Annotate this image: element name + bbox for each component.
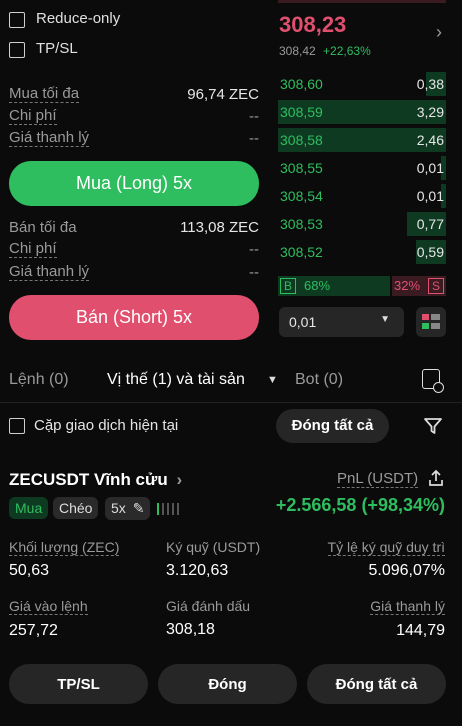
orderbook-row[interactable]: 308,54 0,01 (278, 184, 446, 208)
orderbook-price: 308,58 (280, 132, 323, 148)
sell-tag: S (428, 278, 444, 294)
mmr-value: 5.096,07% (368, 562, 445, 579)
share-icon[interactable] (427, 469, 445, 487)
leverage-badge[interactable]: 5x ✎ (105, 497, 151, 520)
orderbook-row[interactable]: 308,55 0,01 (278, 156, 446, 180)
max-sell-label: Bán tối đa (9, 219, 77, 236)
filter-icon[interactable] (423, 416, 443, 436)
orderbook-qty: 0,59 (416, 244, 444, 260)
sell-cost-row: Chi phí -- (9, 240, 259, 258)
tick-size-select[interactable]: 0,01 ▼ (279, 307, 404, 337)
entry-price-value: 257,72 (9, 622, 58, 639)
orderbook-qty: 0,77 (416, 216, 444, 232)
buy-percent: 68% (304, 278, 331, 293)
margin-mode-badge: Chéo (53, 497, 99, 519)
pnl-value: +2.566,58 (+98,34%) (275, 495, 445, 515)
sell-percent: 32% (394, 278, 421, 293)
caret-down-icon: ▼ (380, 314, 390, 325)
tpsl-button[interactable]: TP/SL (9, 664, 148, 704)
buy-sell-ratio: B 68% 32% S (278, 276, 446, 296)
buy-liq-label: Giá thanh lý (9, 129, 90, 147)
orderbook-price: 308,54 (280, 188, 323, 204)
mark-price: 308,42 (279, 44, 316, 58)
max-sell-value: 113,08 ZEC (180, 219, 259, 236)
buy-tag: B (280, 278, 296, 294)
liq-price-value: 144,79 (396, 622, 445, 639)
tpsl-label: TP/SL (36, 40, 78, 57)
last-price: 308,23 (279, 12, 347, 37)
sell-liq-row: Giá thanh lý -- (9, 263, 259, 281)
tpsl-checkbox[interactable] (9, 42, 25, 58)
max-buy-value: 96,74 ZEC (187, 85, 259, 103)
orderbook-row[interactable]: 308,58 2,46 (278, 128, 446, 152)
close-position-button[interactable]: Đóng (158, 664, 297, 704)
sell-cost-value: -- (249, 240, 259, 258)
current-pair-label: Cặp giao dịch hiện tại (34, 417, 179, 434)
chevron-right-icon: › (176, 470, 183, 489)
buy-cost-row: Chi phí -- (9, 107, 259, 125)
mark-price-label: Giá đánh dấu (166, 598, 251, 614)
buy-long-button[interactable]: Mua (Long) 5x (9, 161, 259, 206)
current-pair-checkbox[interactable] (9, 418, 25, 434)
max-sell-row: Bán tối đa 113,08 ZEC (9, 219, 259, 236)
reduce-only-checkbox[interactable] (9, 12, 25, 28)
orderbook-price: 308,55 (280, 160, 323, 176)
margin-value: 3.120,63 (166, 562, 229, 579)
orderbook-row[interactable]: 308,52 0,59 (278, 240, 446, 264)
orderbook-top-divider (278, 0, 446, 3)
orderbook-layout-icon[interactable] (416, 307, 446, 337)
orderbook-price: 308,59 (280, 104, 323, 120)
reduce-only-label: Reduce-only (36, 10, 121, 27)
tab-bot[interactable]: Bot (0) (295, 371, 343, 389)
buy-liq-value: -- (249, 129, 259, 147)
max-buy-row: Mua tối đa 96,74 ZEC (9, 85, 259, 103)
close-all-filter-button[interactable]: Đóng tất cả (276, 409, 389, 443)
orderbook-price: 308,52 (280, 244, 323, 260)
sell-short-button[interactable]: Bán (Short) 5x (9, 295, 259, 340)
tick-size-value: 0,01 (289, 314, 317, 330)
orderbook-row[interactable]: 308,59 3,29 (278, 100, 446, 124)
sell-cost-label: Chi phí (9, 240, 57, 258)
close-all-button[interactable]: Đóng tất cả (307, 664, 446, 704)
orderbook-price: 308,60 (280, 76, 323, 92)
leverage-value: 5x (111, 500, 126, 516)
side-badge: Mua (9, 497, 49, 519)
size-value: 50,63 (9, 562, 50, 579)
sell-liq-label: Giá thanh lý (9, 263, 90, 281)
orderbook-qty: 0,38 (416, 76, 444, 92)
order-history-icon[interactable] (422, 369, 444, 393)
orderbook-qty: 0,01 (416, 160, 444, 176)
orderbook-price: 308,53 (280, 216, 323, 232)
tab-orders[interactable]: Lệnh (0) (9, 371, 69, 389)
chevron-right-icon[interactable]: › (436, 22, 442, 43)
tabs-divider (0, 402, 462, 403)
buy-cost-label: Chi phí (9, 107, 57, 125)
sell-liq-value: -- (249, 263, 259, 281)
buy-liq-row: Giá thanh lý -- (9, 129, 259, 147)
tab-positions[interactable]: Vị thế (1) và tài sản (107, 371, 245, 389)
max-buy-label: Mua tối đa (9, 85, 80, 103)
position-symbol[interactable]: ZECUSDT Vĩnh cửu › (9, 470, 182, 490)
orderbook-qty: 3,29 (416, 104, 444, 120)
orderbook-qty: 2,46 (416, 132, 444, 148)
caret-down-icon[interactable]: ▼ (267, 374, 278, 386)
orderbook-row[interactable]: 308,53 0,77 (278, 212, 446, 236)
price-change: +22,63% (323, 44, 371, 58)
liq-price-label: Giá thanh lý (370, 598, 445, 615)
position-symbol-text: ZECUSDT Vĩnh cửu (9, 470, 168, 489)
pnl-label: PnL (USDT) (337, 470, 419, 488)
buy-cost-value: -- (249, 107, 259, 125)
size-label: Khối lượng (ZEC) (9, 539, 120, 556)
entry-price-label: Giá vào lệnh (9, 598, 88, 615)
orderbook-row[interactable]: 308,60 0,38 (278, 72, 446, 96)
price-subline: 308,42 +22,63% (279, 44, 371, 58)
mmr-label: Tỷ lệ ký quỹ duy trì (327, 539, 445, 556)
orderbook-qty: 0,01 (416, 188, 444, 204)
margin-label: Ký quỹ (USDT) (166, 539, 261, 555)
pencil-icon: ✎ (132, 500, 145, 516)
mark-price-value: 308,18 (166, 621, 215, 638)
